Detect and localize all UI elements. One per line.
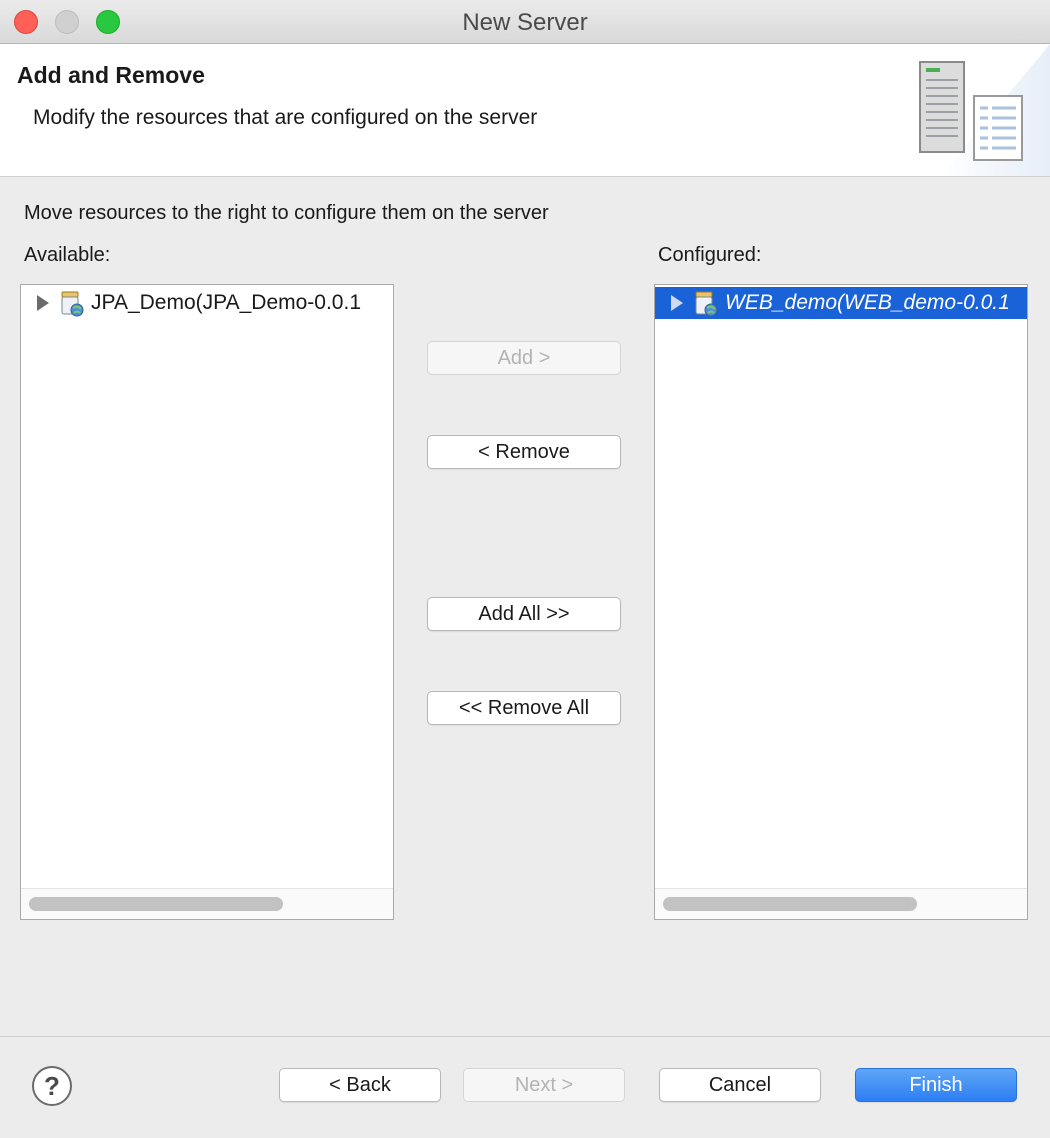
remove-all-button[interactable]: << Remove All xyxy=(427,691,621,725)
available-label: Available: xyxy=(24,244,111,266)
tree-item-label: WEB_demo(WEB_demo-0.0.1 xyxy=(725,291,1010,314)
footer-separator xyxy=(0,1036,1050,1037)
finish-button[interactable]: Finish xyxy=(855,1068,1017,1102)
tree-item-jpa-demo[interactable]: JPA_Demo(JPA_Demo-0.0.1 xyxy=(21,287,393,319)
tree-item-label: JPA_Demo(JPA_Demo-0.0.1 xyxy=(91,291,361,314)
page-description: Modify the resources that are configured… xyxy=(33,106,538,129)
add-all-button[interactable]: Add All >> xyxy=(427,597,621,631)
instruction-text: Move resources to the right to configure… xyxy=(24,202,549,224)
configured-list[interactable]: WEB_demo(WEB_demo-0.0.1 xyxy=(654,284,1028,920)
scrollbar-thumb[interactable] xyxy=(663,897,917,911)
server-wizard-banner-icon xyxy=(919,44,1050,176)
tree-item-web-demo[interactable]: WEB_demo(WEB_demo-0.0.1 xyxy=(655,287,1027,319)
horizontal-scrollbar[interactable] xyxy=(21,888,393,919)
next-button[interactable]: Next > xyxy=(463,1068,625,1102)
expand-arrow-icon[interactable] xyxy=(671,295,683,311)
configured-label: Configured: xyxy=(658,244,762,266)
wizard-header: Add and Remove Modify the resources that… xyxy=(0,44,1050,177)
add-button[interactable]: Add > xyxy=(427,341,621,375)
web-project-icon xyxy=(695,291,718,317)
window-title: New Server xyxy=(462,9,588,36)
help-button[interactable]: ? xyxy=(32,1066,72,1106)
cancel-button[interactable]: Cancel xyxy=(659,1068,821,1102)
expand-arrow-icon[interactable] xyxy=(37,295,49,311)
back-button[interactable]: < Back xyxy=(279,1068,441,1102)
title-bar: New Server xyxy=(0,0,1050,44)
available-list[interactable]: JPA_Demo(JPA_Demo-0.0.1 xyxy=(20,284,394,920)
remove-button[interactable]: < Remove xyxy=(427,435,621,469)
page-title: Add and Remove xyxy=(17,62,205,88)
horizontal-scrollbar[interactable] xyxy=(655,888,1027,919)
web-project-icon xyxy=(61,291,84,317)
scrollbar-thumb[interactable] xyxy=(29,897,283,911)
